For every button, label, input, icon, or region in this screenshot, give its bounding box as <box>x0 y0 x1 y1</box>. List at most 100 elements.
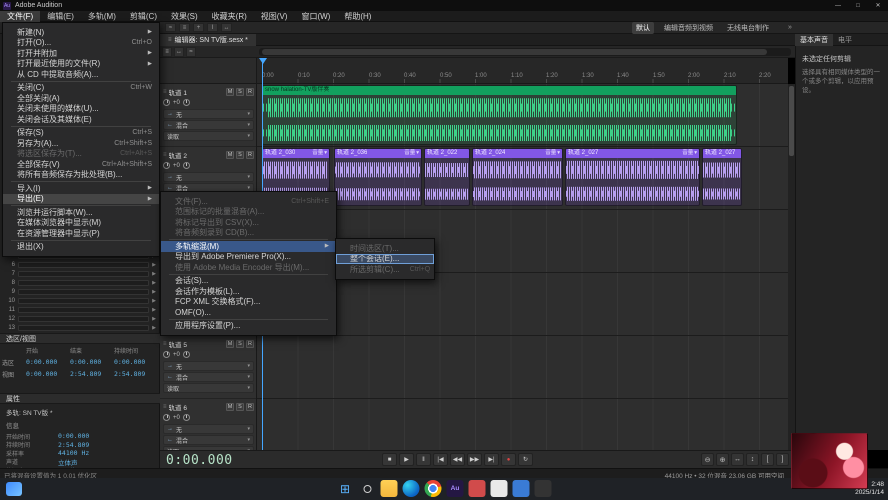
menu-item-extract-cd[interactable]: 从 CD 中提取音频(A)... <box>3 69 159 80</box>
input-selector[interactable]: →无▾ <box>163 424 254 434</box>
rack-slot[interactable]: 6▶ <box>0 260 160 269</box>
solo-button[interactable]: S <box>236 403 244 411</box>
volume-knob[interactable] <box>163 351 170 358</box>
rack-slot[interactable]: 12▶ <box>0 314 160 323</box>
stop-button[interactable]: ■ <box>382 453 397 466</box>
pause-button[interactable]: ‖ <box>416 453 431 466</box>
track-name[interactable]: 轨道 1 <box>169 87 224 97</box>
audio-clip[interactable]: 轨道 2_022 <box>424 148 470 206</box>
mute-button[interactable]: M <box>226 151 234 159</box>
menu-favorites[interactable]: 收藏夹(R) <box>205 11 254 22</box>
input-selector[interactable]: →无▾ <box>163 172 254 182</box>
view-duration-value[interactable]: 2:54.809 <box>114 370 160 379</box>
solo-button[interactable]: S <box>236 151 244 159</box>
menu-item-close-unused[interactable]: 关闭未使用的媒体(U)... <box>3 104 159 115</box>
export-item-fcp-xml[interactable]: FCP XML 交换格式(F)... <box>161 297 336 308</box>
track-lane-1[interactable]: snow halation-TV版伴奏 <box>257 84 788 147</box>
loop-button[interactable]: ↻ <box>518 453 533 466</box>
vertical-scrollbar[interactable] <box>788 84 795 450</box>
rack-slot[interactable]: 10▶ <box>0 296 160 305</box>
audio-clip-track1[interactable]: snow halation-TV版伴奏 <box>262 85 737 145</box>
solo-button[interactable]: S <box>236 88 244 96</box>
transport-time-display[interactable]: 0:00.000 <box>166 453 233 468</box>
menu-effects[interactable]: 效果(S) <box>164 11 205 22</box>
audition-taskbar-icon[interactable]: Au <box>447 480 464 497</box>
vscroll-thumb[interactable] <box>789 86 794 156</box>
slip-tool-icon[interactable]: ↔ <box>221 23 232 32</box>
view-end-value[interactable]: 2:54.809 <box>70 370 114 379</box>
effect-slot-field[interactable] <box>18 262 149 268</box>
menu-item-save-as[interactable]: 另存为(A)...Ctrl+Shift+S <box>3 138 159 149</box>
rack-slot[interactable]: 7▶ <box>0 269 160 278</box>
menu-item-save-all[interactable]: 全部保存(V)Ctrl+Alt+Shift+S <box>3 159 159 170</box>
effect-slot-field[interactable] <box>18 280 149 286</box>
track-name[interactable]: 轨道 2 <box>169 150 224 160</box>
minimize-button[interactable]: — <box>828 0 848 11</box>
selection-view-tab[interactable]: 选区/视图 <box>0 333 160 344</box>
edge-icon[interactable] <box>403 480 420 497</box>
automation-mode-selector[interactable]: 读取▾ <box>163 383 254 393</box>
effect-slot-field[interactable] <box>18 325 149 331</box>
workspace-radio-production-button[interactable]: 无线电台制作 <box>723 22 773 34</box>
workspace-overflow-icon[interactable]: » <box>788 24 792 31</box>
arm-record-button[interactable]: R <box>246 88 254 96</box>
menu-item-import[interactable]: 导入(I)▶ <box>3 183 159 194</box>
export-item-session[interactable]: 会话(S)... <box>161 276 336 287</box>
search-button[interactable] <box>359 480 376 497</box>
start-button[interactable]: ⊞ <box>337 480 354 497</box>
menu-item-exit[interactable]: 退出(X) <box>3 242 159 253</box>
menu-item-reveal-explorer[interactable]: 在资源管理器中显示(P) <box>3 228 159 239</box>
mixdown-item-entire-session[interactable]: 整个会话(E)... <box>336 254 434 265</box>
volume-knob[interactable] <box>163 414 170 421</box>
app-icon-red[interactable] <box>469 480 486 497</box>
close-button[interactable]: ✕ <box>868 0 888 11</box>
waveform-view-icon[interactable]: ≈ <box>165 23 176 32</box>
record-button[interactable]: ● <box>501 453 516 466</box>
app-icon-dark[interactable] <box>535 480 552 497</box>
rack-slot[interactable]: 9▶ <box>0 287 160 296</box>
zoom-in-button[interactable]: ⊕ <box>716 453 729 466</box>
track-name[interactable]: 轨道 5 <box>169 339 224 349</box>
mute-button[interactable]: M <box>226 88 234 96</box>
menu-item-save[interactable]: 保存(S)Ctrl+S <box>3 128 159 139</box>
track-lane-5[interactable] <box>257 336 788 399</box>
menu-view[interactable]: 视图(V) <box>254 11 295 22</box>
properties-tab[interactable]: 属性 <box>0 393 160 404</box>
track-name[interactable]: 轨道 6 <box>169 402 224 412</box>
time-selection-tool-icon[interactable]: I <box>207 23 218 32</box>
pan-knob[interactable] <box>183 414 190 421</box>
tab-levels[interactable]: 电平 <box>833 34 857 46</box>
menu-item-close[interactable]: 关闭(C)Ctrl+W <box>3 83 159 94</box>
pan-knob[interactable] <box>183 351 190 358</box>
menu-clip[interactable]: 剪辑(C) <box>123 11 164 22</box>
clip-volume-badge[interactable]: 音量▾ <box>404 149 419 158</box>
audio-clip[interactable]: 轨道 2_024音量▾ <box>472 148 563 206</box>
play-button[interactable]: ▶ <box>399 453 414 466</box>
effect-slot-field[interactable] <box>18 307 149 313</box>
export-item-multitrack-mixdown[interactable]: 多轨缩混(M)▶ <box>161 241 336 252</box>
menu-item-new[interactable]: 新建(N)▶ <box>3 27 159 38</box>
output-selector[interactable]: ←混合▾ <box>163 120 254 130</box>
rewind-button[interactable]: ◀◀ <box>450 453 465 466</box>
effect-slot-field[interactable] <box>18 271 149 277</box>
arm-record-button[interactable]: R <box>246 340 254 348</box>
app-icon-blue[interactable] <box>513 480 530 497</box>
pan-knob[interactable] <box>183 99 190 106</box>
effect-slot-field[interactable] <box>18 316 149 322</box>
fast-forward-button[interactable]: ▶▶ <box>467 453 482 466</box>
zoom-vertical-button[interactable]: ↕ <box>746 453 759 466</box>
menu-item-open-recent[interactable]: 打开最近使用的文件(R)▶ <box>3 59 159 70</box>
audio-clip[interactable]: 轨道 2_027 <box>702 148 742 206</box>
chrome-icon[interactable] <box>425 480 442 497</box>
zoom-selection-out-button[interactable]: ] <box>776 453 789 466</box>
clip-volume-badge[interactable]: 音量▾ <box>682 149 697 158</box>
file-explorer-icon[interactable] <box>381 480 398 497</box>
audio-clip[interactable]: 轨道 2_027音量▾ <box>565 148 700 206</box>
timeline-ruler[interactable]: 0:00 0:10 0:20 0:30 0:40 0:50 1:00 1:10 … <box>257 58 788 84</box>
maximize-button[interactable]: □ <box>848 0 868 11</box>
workspace-edit-audio-video-button[interactable]: 编辑音频到视频 <box>660 22 717 34</box>
zoom-selection-in-button[interactable]: [ <box>761 453 774 466</box>
workspace-default-button[interactable]: 默认 <box>632 22 654 34</box>
menu-item-save-all-batch[interactable]: 将所有音频保存为批处理(B)... <box>3 170 159 181</box>
arm-record-button[interactable]: R <box>246 403 254 411</box>
